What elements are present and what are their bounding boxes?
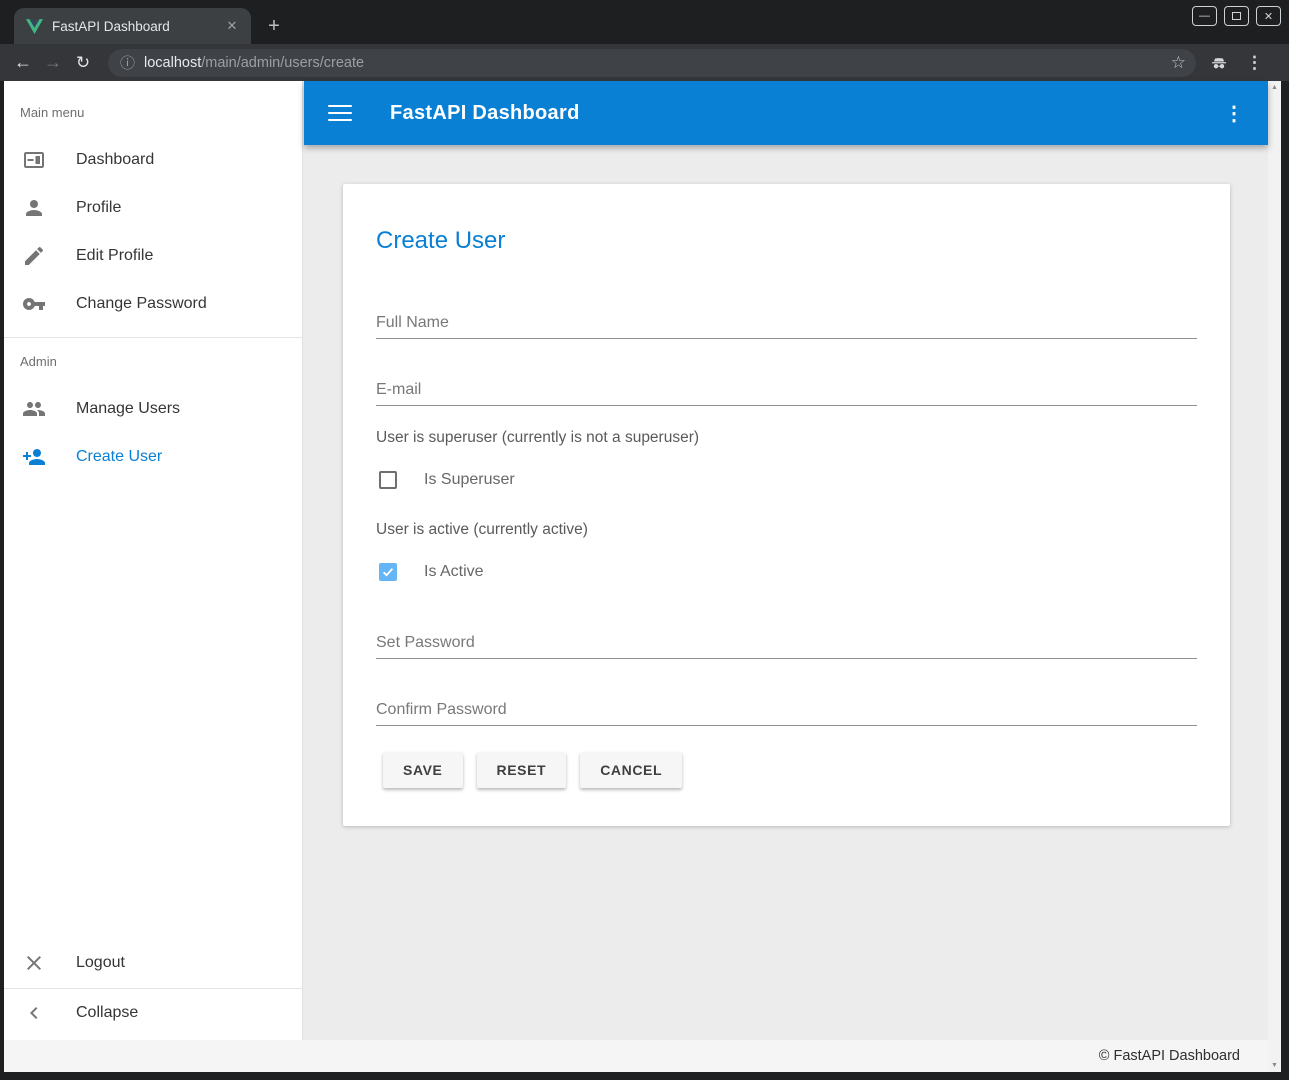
is-superuser-checkbox[interactable]: Is Superuser	[379, 471, 515, 489]
reset-button[interactable]: RESET	[477, 752, 567, 788]
sidebar-item-label: Logout	[76, 954, 125, 972]
full-name-field[interactable]	[376, 307, 1197, 339]
window-maximize-button[interactable]	[1224, 6, 1249, 26]
main-panel: FastAPI Dashboard ⋮ Create User User is …	[304, 81, 1268, 1040]
checkbox-checked-icon[interactable]	[379, 563, 397, 581]
scroll-up-icon[interactable]: ▲	[1268, 84, 1281, 91]
sidebar-item-profile[interactable]: Profile	[4, 184, 302, 232]
sidebar-item-edit-profile[interactable]: Edit Profile	[4, 232, 302, 280]
sidebar-item-manage-users[interactable]: Manage Users	[4, 385, 302, 433]
sidebar-item-label: Profile	[76, 199, 121, 217]
page-title: Create User	[376, 227, 505, 255]
reload-icon[interactable]: ↻	[68, 53, 98, 73]
new-tab-button[interactable]: +	[262, 15, 286, 39]
sidebar-item-label: Edit Profile	[76, 247, 153, 265]
cancel-button[interactable]: CANCEL	[580, 752, 682, 788]
back-icon[interactable]: ←	[8, 52, 38, 73]
url-text: localhost/main/admin/users/create	[144, 55, 1163, 71]
toolbar-right: ⋮	[1208, 53, 1260, 73]
active-hint: User is active (currently active)	[376, 521, 588, 539]
scroll-down-icon[interactable]: ▼	[1268, 1062, 1281, 1069]
forward-icon[interactable]: →	[38, 52, 68, 73]
app-content: Main menu Dashboard Profile Edit Profile	[4, 81, 1281, 1072]
vertical-scrollbar[interactable]: ▲ ▼	[1268, 81, 1281, 1072]
window-close-button[interactable]: ✕	[1256, 6, 1281, 26]
tab-close-icon[interactable]: ✕	[223, 17, 241, 35]
person-icon	[22, 196, 46, 220]
set-password-field[interactable]	[376, 627, 1197, 659]
sidebar-divider	[4, 337, 302, 338]
window-minimize-button[interactable]: —	[1192, 6, 1217, 26]
browser-menu-icon[interactable]: ⋮	[1246, 53, 1260, 73]
sidebar-item-create-user[interactable]: Create User	[4, 433, 302, 481]
checkbox-label: Is Active	[424, 563, 484, 581]
people-icon	[22, 397, 46, 421]
site-info-icon[interactable]: ⓘ	[120, 52, 135, 73]
sidebar-item-logout[interactable]: Logout	[4, 939, 302, 987]
maximize-icon	[1232, 12, 1241, 20]
url-path: /main/admin/users/create	[201, 55, 364, 71]
superuser-hint: User is superuser (currently is not a su…	[376, 429, 699, 447]
form-buttons: SAVE RESET CANCEL	[383, 752, 682, 788]
confirm-password-field[interactable]	[376, 694, 1197, 726]
close-icon	[22, 951, 46, 975]
sidebar-item-collapse[interactable]: Collapse	[4, 989, 302, 1037]
browser-tab[interactable]: FastAPI Dashboard ✕	[14, 8, 251, 44]
tab-title: FastAPI Dashboard	[52, 19, 223, 34]
checkbox-label: Is Superuser	[424, 471, 515, 489]
key-icon	[22, 292, 46, 316]
sidebar-section-main-menu: Main menu	[20, 105, 84, 120]
hamburger-menu-icon[interactable]	[328, 105, 352, 121]
browser-window: FastAPI Dashboard ✕ + — ✕ ← → ↻ ⓘ localh…	[0, 0, 1289, 1080]
app-bar-title: FastAPI Dashboard	[390, 102, 580, 125]
app-bar-menu-icon[interactable]: ⋮	[1224, 101, 1244, 126]
window-controls: — ✕	[1192, 6, 1281, 26]
vue-logo-icon	[26, 19, 43, 34]
checkbox-unchecked-icon[interactable]	[379, 471, 397, 489]
sidebar-item-label: Change Password	[76, 295, 207, 313]
save-button[interactable]: SAVE	[383, 752, 463, 788]
sidebar-item-label: Manage Users	[76, 400, 180, 418]
page-footer: © FastAPI Dashboard	[4, 1040, 1268, 1072]
address-bar[interactable]: ⓘ localhost/main/admin/users/create ☆	[108, 49, 1196, 77]
copyright-text: © FastAPI Dashboard	[1099, 1048, 1240, 1064]
sidebar-item-dashboard[interactable]: Dashboard	[4, 136, 302, 184]
chevron-left-icon	[22, 1001, 46, 1025]
create-user-card: Create User User is superuser (currently…	[343, 184, 1230, 826]
dashboard-icon	[22, 148, 46, 172]
sidebar-item-label: Collapse	[76, 1004, 138, 1022]
url-host: localhost	[144, 55, 201, 71]
tab-strip: FastAPI Dashboard ✕ + — ✕	[0, 0, 1289, 44]
email-field[interactable]	[376, 374, 1197, 406]
sidebar-item-label: Dashboard	[76, 151, 154, 169]
pencil-icon	[22, 244, 46, 268]
person-add-icon	[22, 445, 46, 469]
browser-toolbar: ← → ↻ ⓘ localhost/main/admin/users/creat…	[0, 44, 1289, 81]
incognito-icon	[1208, 54, 1230, 72]
is-active-checkbox[interactable]: Is Active	[379, 563, 484, 581]
sidebar-section-admin: Admin	[20, 354, 57, 369]
sidebar: Main menu Dashboard Profile Edit Profile	[4, 81, 303, 1040]
sidebar-item-label: Create User	[76, 448, 162, 466]
bookmark-star-icon[interactable]: ☆	[1171, 53, 1186, 73]
app-bar: FastAPI Dashboard ⋮	[304, 81, 1268, 145]
sidebar-item-change-password[interactable]: Change Password	[4, 280, 302, 328]
